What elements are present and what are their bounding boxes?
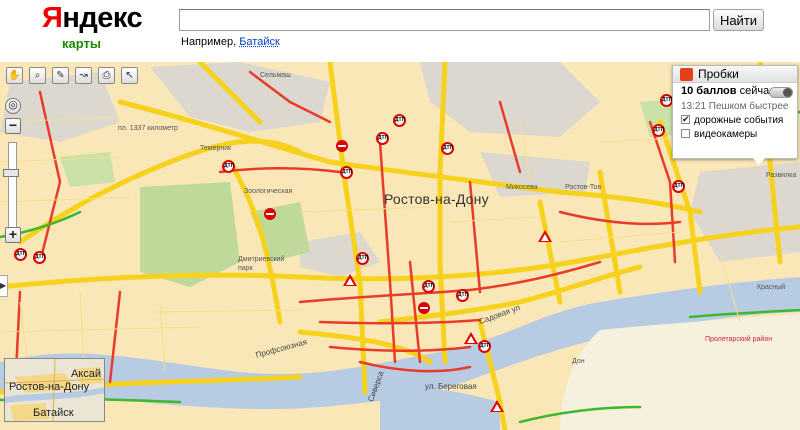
- logo-text: ндекс: [62, 2, 143, 34]
- ruler-tool-button[interactable]: ✎: [52, 67, 69, 84]
- map-label: Дмитриевский парк: [238, 256, 285, 272]
- map-label: Пролетарский район: [705, 336, 773, 343]
- accident-marker[interactable]: ДТП: [376, 132, 389, 145]
- zoom-in-button[interactable]: +: [5, 227, 21, 243]
- magnifier-tool-button[interactable]: ⌕: [29, 67, 46, 84]
- zoom-slider-handle[interactable]: [3, 169, 19, 177]
- accident-marker[interactable]: ДТП: [14, 248, 27, 261]
- road-closed-icon[interactable]: [336, 140, 348, 152]
- accident-marker[interactable]: ДТП: [456, 289, 469, 302]
- roadworks-icon[interactable]: [490, 400, 504, 412]
- cameras-checkbox-row[interactable]: видеокамеры: [673, 128, 797, 142]
- minimap[interactable]: Аксай Ростов-на-Дону Батайск: [4, 358, 105, 422]
- search-input[interactable]: [179, 9, 710, 31]
- road-closed-icon[interactable]: [264, 208, 276, 220]
- traffic-panel: Пробки 10 баллов сейчас 13:21 Пешком быс…: [672, 65, 798, 165]
- accident-marker[interactable]: ДТП: [222, 160, 235, 173]
- minimap-label-south: Батайск: [33, 407, 74, 419]
- map-label: Ростов-Тов: [565, 184, 602, 191]
- route-tool-button[interactable]: ↝: [75, 67, 92, 84]
- accident-marker[interactable]: ДТП: [340, 166, 353, 179]
- map-canvas[interactable]: пл. 1337 километр Темерник Дмитриевский …: [0, 62, 800, 430]
- traffic-icon: [680, 68, 693, 81]
- events-checkbox-row[interactable]: дорожные события: [673, 112, 797, 128]
- roadworks-icon[interactable]: [343, 274, 357, 286]
- map-label: Микосева: [506, 184, 538, 191]
- events-label: дорожные события: [694, 115, 784, 126]
- cursor-tool-button[interactable]: ↖: [121, 67, 138, 84]
- panel-pointer: [753, 158, 765, 165]
- traffic-toggle[interactable]: [769, 87, 793, 98]
- cameras-label: видеокамеры: [694, 129, 758, 140]
- accident-marker[interactable]: ДТП: [652, 124, 665, 137]
- accident-marker[interactable]: ДТП: [672, 180, 685, 193]
- zoom-out-button[interactable]: −: [5, 118, 21, 134]
- accident-marker[interactable]: ДТП: [356, 252, 369, 265]
- map-label: Дон: [572, 358, 585, 365]
- service-name[interactable]: карты: [62, 36, 101, 51]
- print-tool-button[interactable]: ⎙: [98, 67, 115, 84]
- accident-marker[interactable]: ДТП: [441, 142, 454, 155]
- example-link[interactable]: Батайск: [239, 36, 280, 48]
- map-label: Развилка: [766, 172, 797, 179]
- pan-left-arrow[interactable]: ▶: [0, 275, 8, 297]
- search-example: Например, Батайск: [181, 36, 280, 48]
- locate-icon[interactable]: ◎: [5, 98, 21, 114]
- roadworks-icon[interactable]: [538, 230, 552, 242]
- city-label: Ростов-на-Дону: [384, 191, 489, 207]
- minimap-label-north: Аксай: [71, 368, 102, 380]
- accident-marker[interactable]: ДТП: [33, 251, 46, 264]
- road-closed-icon[interactable]: [418, 302, 430, 314]
- map-label: пл. 1337 километр: [118, 125, 178, 132]
- accident-marker[interactable]: ДТП: [393, 114, 406, 127]
- accident-marker[interactable]: ДТП: [422, 280, 435, 293]
- yandex-logo[interactable]: Яндекс: [42, 2, 143, 35]
- hand-tool-button[interactable]: ✋: [6, 67, 23, 84]
- roadworks-icon[interactable]: [464, 332, 478, 344]
- example-prefix: Например,: [181, 36, 237, 48]
- street-label: ул. Береговая: [425, 382, 477, 391]
- header: Яндекс карты Найти Например, Батайск: [0, 0, 800, 62]
- events-checkbox[interactable]: [681, 112, 690, 126]
- cameras-checkbox[interactable]: [681, 129, 690, 138]
- logo-letter: Я: [42, 2, 63, 34]
- minimap-label-city: Ростов-на-Дону: [9, 381, 90, 393]
- map-label: Сельмаш: [260, 72, 291, 79]
- map-label: Красный: [757, 284, 786, 291]
- search-button[interactable]: Найти: [713, 9, 764, 31]
- accident-marker[interactable]: ДТП: [478, 340, 491, 353]
- traffic-header[interactable]: Пробки: [673, 66, 797, 83]
- traffic-title: Пробки: [698, 67, 739, 81]
- traffic-score-row: 10 баллов сейчас: [673, 83, 797, 100]
- zoom-slider-track[interactable]: [8, 142, 17, 238]
- traffic-time-note: 13:21 Пешком быстрее: [681, 101, 789, 112]
- map-label: Темерник: [200, 145, 232, 152]
- traffic-score: 10 баллов: [681, 85, 737, 97]
- map-label: Зоологическая: [244, 188, 293, 195]
